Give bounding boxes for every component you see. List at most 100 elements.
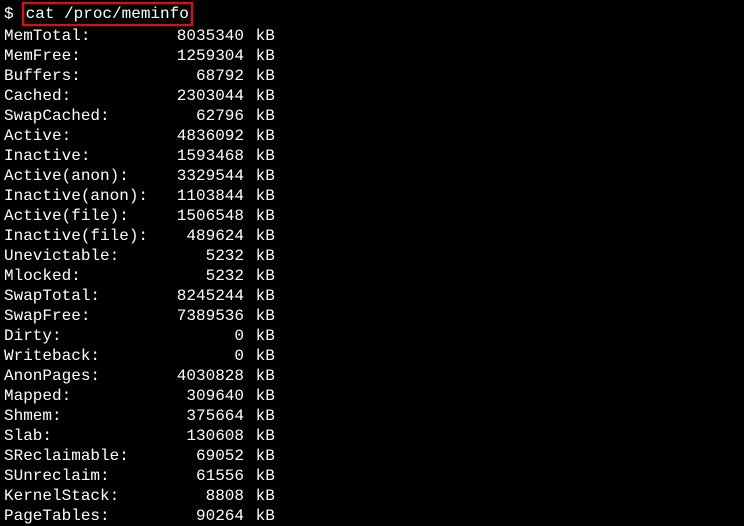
meminfo-row: SReclaimable:69052 kB (4, 446, 740, 466)
field-unit: kB (246, 486, 275, 506)
meminfo-row: Slab:130608 kB (4, 426, 740, 446)
meminfo-row: AnonPages:4030828 kB (4, 366, 740, 386)
field-unit: kB (246, 386, 275, 406)
field-value: 90264 (164, 506, 244, 526)
field-unit: kB (246, 26, 275, 46)
meminfo-row: Dirty:0 kB (4, 326, 740, 346)
field-name: Active(anon): (4, 166, 164, 186)
meminfo-row: MemFree:1259304 kB (4, 46, 740, 66)
meminfo-row: PageTables:90264 kB (4, 506, 740, 526)
field-unit: kB (246, 466, 275, 486)
meminfo-row: MemTotal:8035340 kB (4, 26, 740, 46)
field-unit: kB (246, 306, 275, 326)
field-value: 69052 (164, 446, 244, 466)
field-unit: kB (246, 46, 275, 66)
field-value: 62796 (164, 106, 244, 126)
field-unit: kB (246, 206, 275, 226)
field-unit: kB (246, 246, 275, 266)
field-name: Buffers: (4, 66, 164, 86)
field-name: Slab: (4, 426, 164, 446)
field-name: Unevictable: (4, 246, 164, 266)
field-name: Mapped: (4, 386, 164, 406)
field-value: 8245244 (164, 286, 244, 306)
meminfo-row: Unevictable:5232 kB (4, 246, 740, 266)
meminfo-row: Active(anon):3329544 kB (4, 166, 740, 186)
field-name: SwapTotal: (4, 286, 164, 306)
meminfo-row: KernelStack:8808 kB (4, 486, 740, 506)
field-value: 7389536 (164, 306, 244, 326)
field-name: Active: (4, 126, 164, 146)
field-value: 0 (164, 326, 244, 346)
field-value: 3329544 (164, 166, 244, 186)
field-name: MemFree: (4, 46, 164, 66)
field-unit: kB (246, 66, 275, 86)
meminfo-row: Buffers:68792 kB (4, 66, 740, 86)
field-unit: kB (246, 506, 275, 526)
field-name: AnonPages: (4, 366, 164, 386)
field-unit: kB (246, 426, 275, 446)
field-name: SwapCached: (4, 106, 164, 126)
field-name: MemTotal: (4, 26, 164, 46)
field-value: 130608 (164, 426, 244, 446)
field-name: SUnreclaim: (4, 466, 164, 486)
field-value: 0 (164, 346, 244, 366)
meminfo-row: Mlocked:5232 kB (4, 266, 740, 286)
meminfo-row: Mapped:309640 kB (4, 386, 740, 406)
field-unit: kB (246, 266, 275, 286)
field-value: 4030828 (164, 366, 244, 386)
command-highlight: cat /proc/meminfo (22, 2, 193, 26)
field-name: Inactive: (4, 146, 164, 166)
meminfo-row: Active(file):1506548 kB (4, 206, 740, 226)
field-unit: kB (246, 366, 275, 386)
field-unit: kB (246, 186, 275, 206)
field-unit: kB (246, 346, 275, 366)
meminfo-row: SUnreclaim:61556 kB (4, 466, 740, 486)
meminfo-row: SwapCached:62796 kB (4, 106, 740, 126)
field-unit: kB (246, 106, 275, 126)
meminfo-row: Inactive(file):489624 kB (4, 226, 740, 246)
meminfo-row: Shmem:375664 kB (4, 406, 740, 426)
field-value: 8035340 (164, 26, 244, 46)
field-name: SwapFree: (4, 306, 164, 326)
field-value: 1259304 (164, 46, 244, 66)
field-value: 489624 (164, 226, 244, 246)
meminfo-row: Inactive:1593468 kB (4, 146, 740, 166)
field-value: 375664 (164, 406, 244, 426)
field-name: Writeback: (4, 346, 164, 366)
field-name: PageTables: (4, 506, 164, 526)
field-name: Inactive(anon): (4, 186, 164, 206)
meminfo-row: Writeback:0 kB (4, 346, 740, 366)
field-name: Mlocked: (4, 266, 164, 286)
field-unit: kB (246, 126, 275, 146)
field-unit: kB (246, 446, 275, 466)
field-unit: kB (246, 406, 275, 426)
field-value: 1593468 (164, 146, 244, 166)
field-name: Dirty: (4, 326, 164, 346)
field-name: Active(file): (4, 206, 164, 226)
field-value: 68792 (164, 66, 244, 86)
field-name: KernelStack: (4, 486, 164, 506)
meminfo-row: Active:4836092 kB (4, 126, 740, 146)
field-unit: kB (246, 226, 275, 246)
meminfo-row: SwapFree:7389536 kB (4, 306, 740, 326)
field-value: 5232 (164, 266, 244, 286)
field-value: 1103844 (164, 186, 244, 206)
field-value: 4836092 (164, 126, 244, 146)
field-unit: kB (246, 86, 275, 106)
field-value: 2303044 (164, 86, 244, 106)
meminfo-row: Cached:2303044 kB (4, 86, 740, 106)
command-output: MemTotal:8035340 kBMemFree:1259304 kBBuf… (4, 26, 740, 526)
field-unit: kB (246, 286, 275, 306)
field-name: Inactive(file): (4, 226, 164, 246)
prompt-symbol: $ (4, 4, 14, 24)
field-value: 1506548 (164, 206, 244, 226)
command-prompt-line[interactable]: $ cat /proc/meminfo (4, 2, 740, 26)
meminfo-row: Inactive(anon):1103844 kB (4, 186, 740, 206)
field-name: Cached: (4, 86, 164, 106)
field-value: 61556 (164, 466, 244, 486)
field-unit: kB (246, 166, 275, 186)
field-unit: kB (246, 146, 275, 166)
meminfo-row: SwapTotal:8245244 kB (4, 286, 740, 306)
field-unit: kB (246, 326, 275, 346)
field-name: SReclaimable: (4, 446, 164, 466)
